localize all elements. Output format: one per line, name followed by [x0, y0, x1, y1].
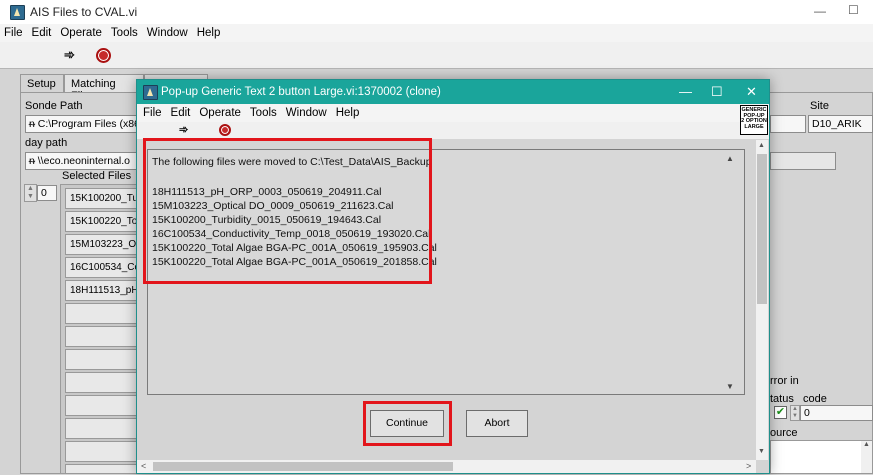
- maximize-icon[interactable]: ☐: [848, 3, 859, 17]
- list-item[interactable]: [65, 326, 140, 347]
- close-icon[interactable]: ✕: [746, 84, 757, 100]
- main-toolbar: ➾: [0, 42, 873, 68]
- list-item[interactable]: 15M103223_Op: [65, 234, 140, 255]
- vi-icon: GENERIC POP-UP 2 OPTION LARGE: [740, 105, 768, 135]
- scroll-right-icon[interactable]: >: [746, 461, 751, 471]
- sonde-path-field[interactable]: ᵰ C:\Program Files (x86): [25, 115, 137, 133]
- list-item[interactable]: 15K100200_Tur: [65, 188, 140, 209]
- labview-app-icon: [10, 5, 25, 20]
- popup-dialog: Pop-up Generic Text 2 button Large.vi:13…: [136, 79, 770, 474]
- menu-tools[interactable]: Tools: [111, 27, 138, 39]
- menu-file[interactable]: File: [4, 27, 23, 39]
- list-item[interactable]: [65, 464, 140, 474]
- dialog-horizontal-scrollbar[interactable]: < >: [137, 460, 756, 473]
- right-indicator: [770, 152, 836, 170]
- menu-tools[interactable]: Tools: [250, 107, 277, 119]
- run-arrow-icon[interactable]: ➾: [64, 47, 75, 63]
- menu-file[interactable]: File: [143, 107, 162, 119]
- selected-files-label: Selected Files: [62, 170, 132, 182]
- scroll-down-icon[interactable]: ▼: [758, 448, 765, 455]
- dialog-title-bar: Pop-up Generic Text 2 button Large.vi:13…: [137, 80, 769, 104]
- tab-matching-files[interactable]: Matching Files: [64, 74, 144, 102]
- highlight-box: [363, 401, 452, 446]
- tab-setup[interactable]: Setup: [20, 74, 64, 94]
- status-label: tatus: [770, 393, 794, 405]
- abort-execution-icon[interactable]: [219, 124, 231, 136]
- list-item[interactable]: [65, 418, 140, 439]
- day-path-label: day path: [25, 137, 68, 149]
- path-icon: ᵰ: [29, 155, 38, 167]
- menu-operate[interactable]: Operate: [199, 107, 241, 119]
- list-item[interactable]: [65, 395, 140, 416]
- code-label: code: [803, 393, 827, 405]
- list-item[interactable]: 16C100534_Co: [65, 257, 140, 278]
- list-item[interactable]: [65, 349, 140, 370]
- main-menu-bar: File Edit Operate Tools Window Help: [0, 24, 873, 42]
- code-field[interactable]: 0: [800, 405, 873, 421]
- menu-edit[interactable]: Edit: [171, 107, 191, 119]
- source-label: ource: [770, 427, 798, 439]
- dialog-title: Pop-up Generic Text 2 button Large.vi:13…: [161, 86, 441, 98]
- index-spinner[interactable]: ▲ ▼: [24, 184, 37, 202]
- list-item[interactable]: [65, 372, 140, 393]
- list-item[interactable]: 18H111513_pH: [65, 280, 140, 301]
- scroll-up-icon[interactable]: ▲: [758, 142, 765, 149]
- error-in-label: rror in: [770, 375, 799, 387]
- main-title-bar: AIS Files to CVAL.vi — ☐: [0, 0, 873, 24]
- list-item[interactable]: 15K100220_Tot: [65, 211, 140, 232]
- highlight-box: [143, 138, 432, 284]
- source-field[interactable]: [770, 440, 873, 474]
- site-field[interactable]: D10_ARIK: [808, 115, 873, 133]
- day-path-field[interactable]: ᵰ \\eco.neoninternal.o: [25, 152, 137, 170]
- dialog-toolbar: ➾: [137, 122, 769, 139]
- menu-window[interactable]: Window: [147, 27, 188, 39]
- code-spinner[interactable]: ▲ ▼: [790, 405, 800, 421]
- scrollbar-thumb[interactable]: [153, 462, 453, 471]
- source-scrollbar[interactable]: ▲: [861, 441, 872, 473]
- site-label: Site: [810, 100, 829, 112]
- scroll-down-icon[interactable]: ▼: [726, 382, 734, 391]
- minimize-icon[interactable]: —: [679, 84, 692, 99]
- scroll-up-icon[interactable]: ▲: [726, 154, 734, 163]
- path-icon: ᵰ: [29, 118, 38, 130]
- day-path-value: \\eco.neoninternal.o: [37, 155, 130, 167]
- menu-help[interactable]: Help: [197, 27, 221, 39]
- status-checkmark-icon[interactable]: ✔: [774, 406, 787, 419]
- scrollbar-thumb[interactable]: [757, 154, 767, 304]
- list-item[interactable]: [65, 441, 140, 462]
- vi-icon-line: LARGE: [744, 123, 764, 130]
- abort-button[interactable]: Abort: [466, 410, 528, 437]
- array-index-field[interactable]: 0: [37, 185, 57, 201]
- dialog-vertical-scrollbar[interactable]: ▲ ▼: [756, 140, 768, 460]
- menu-operate[interactable]: Operate: [60, 27, 102, 39]
- sonde-path-label: Sonde Path: [25, 100, 83, 112]
- dialog-menu-bar: File Edit Operate Tools Window Help GENERIC P…: [137, 104, 769, 135]
- right-field-stub[interactable]: [770, 115, 806, 133]
- minimize-icon[interactable]: —: [814, 4, 826, 18]
- menu-help[interactable]: Help: [336, 107, 360, 119]
- main-window-title: AIS Files to CVAL.vi: [30, 5, 138, 19]
- list-item[interactable]: [65, 303, 140, 324]
- menu-window[interactable]: Window: [286, 107, 327, 119]
- run-arrow-icon[interactable]: ➾: [179, 123, 188, 136]
- maximize-icon[interactable]: ☐: [711, 84, 723, 100]
- sonde-path-value: C:\Program Files (x86): [37, 118, 137, 130]
- scroll-left-icon[interactable]: <: [141, 461, 146, 471]
- menu-edit[interactable]: Edit: [32, 27, 52, 39]
- abort-execution-icon[interactable]: [96, 48, 111, 63]
- labview-app-icon: [143, 85, 158, 100]
